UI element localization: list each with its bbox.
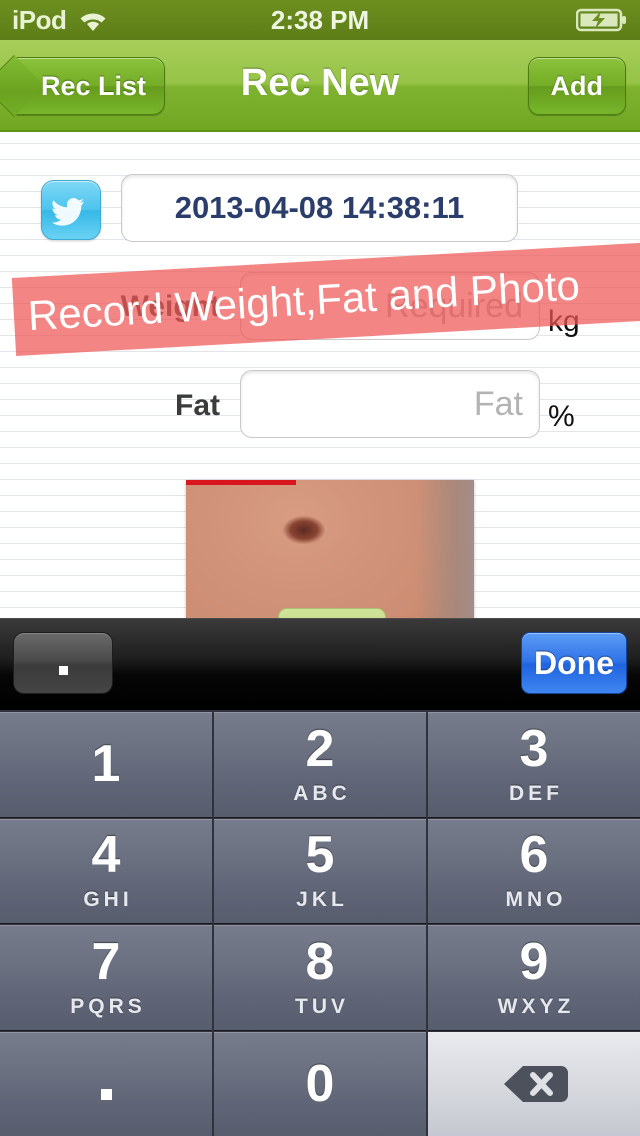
key-backspace[interactable] xyxy=(428,1031,640,1136)
key-7[interactable]: 7 PQRS xyxy=(0,925,212,1030)
key-digit: 8 xyxy=(305,932,335,991)
decimal-point-icon xyxy=(100,1089,112,1101)
photo-top-strip xyxy=(186,480,296,485)
key-digit: 6 xyxy=(519,826,549,885)
key-letters: ABC xyxy=(293,781,351,805)
key-letters: DEF xyxy=(509,781,563,805)
key-5[interactable]: 5 JKL xyxy=(214,818,426,923)
date-time-field[interactable]: 2013-04-08 14:38:11 xyxy=(121,174,518,242)
key-letters: MNO xyxy=(505,888,567,912)
key-digit: 0 xyxy=(305,1054,335,1113)
key-3[interactable]: 3 DEF xyxy=(428,712,640,817)
add-button-label: Add xyxy=(550,70,603,101)
key-2[interactable]: 2 ABC xyxy=(214,712,426,817)
key-1[interactable]: 1 xyxy=(0,712,212,817)
key-digit: 3 xyxy=(519,719,549,778)
fat-input[interactable]: Fat xyxy=(240,370,540,438)
date-time-value: 2013-04-08 14:38:11 xyxy=(174,190,465,225)
key-8[interactable]: 8 TUV xyxy=(214,925,426,1030)
clock-label: 2:38 PM xyxy=(270,4,370,35)
key-digit: 4 xyxy=(91,826,121,885)
key-letters: JKL xyxy=(296,888,348,912)
key-decimal-point[interactable] xyxy=(0,1031,212,1136)
back-button-label: Rec List xyxy=(41,70,147,101)
key-9[interactable]: 9 WXYZ xyxy=(428,925,640,1030)
key-digit: 7 xyxy=(91,932,121,991)
photo-edge-shading xyxy=(416,480,474,626)
add-button[interactable]: Add xyxy=(527,57,626,115)
key-digit: 1 xyxy=(91,735,121,794)
decimal-point-button[interactable] xyxy=(13,632,113,694)
keyboard-toolbar: Done xyxy=(0,618,640,710)
fat-label: Fat xyxy=(175,389,220,422)
key-letters: TUV xyxy=(295,994,349,1018)
key-digit: 2 xyxy=(305,719,335,778)
battery-charging-icon xyxy=(576,7,628,33)
numeric-keyboard: Done 1 2 ABC 3 DEF 4 GHI 5 JKL 6 MNO 7 PQRS 8 TUV 9 WXYZ… xyxy=(0,618,640,1136)
fat-placeholder: Fat xyxy=(473,384,523,423)
key-letters: PQRS xyxy=(70,994,146,1018)
key-letters: GHI xyxy=(83,888,133,912)
promo-banner-text: Record Weight,Fat and Photo xyxy=(26,261,581,340)
body-photo-thumbnail[interactable] xyxy=(186,480,474,626)
key-6[interactable]: 6 MNO xyxy=(428,818,640,923)
decimal-point-icon xyxy=(58,665,68,675)
key-letters: WXYZ xyxy=(497,994,575,1018)
key-digit: 5 xyxy=(305,826,335,885)
backspace-icon xyxy=(504,1065,568,1102)
twitter-bird-icon[interactable] xyxy=(41,180,101,240)
done-button[interactable]: Done xyxy=(521,632,627,694)
key-0[interactable]: 0 xyxy=(214,1031,426,1136)
fat-unit-label: % xyxy=(548,400,575,433)
key-4[interactable]: 4 GHI xyxy=(0,818,212,923)
keypad-grid: 1 2 ABC 3 DEF 4 GHI 5 JKL 6 MNO 7 PQRS 8 TUV 9 WXYZ 0 xyxy=(0,710,640,1136)
done-button-label: Done xyxy=(534,644,614,681)
key-digit: 9 xyxy=(519,932,549,991)
app-screen: iPod 2:38 PM Rec List Rec New Add 2013-0… xyxy=(0,0,640,1136)
status-bar: iPod 2:38 PM xyxy=(0,0,640,40)
navigation-bar: Rec List Rec New Add xyxy=(0,40,640,132)
